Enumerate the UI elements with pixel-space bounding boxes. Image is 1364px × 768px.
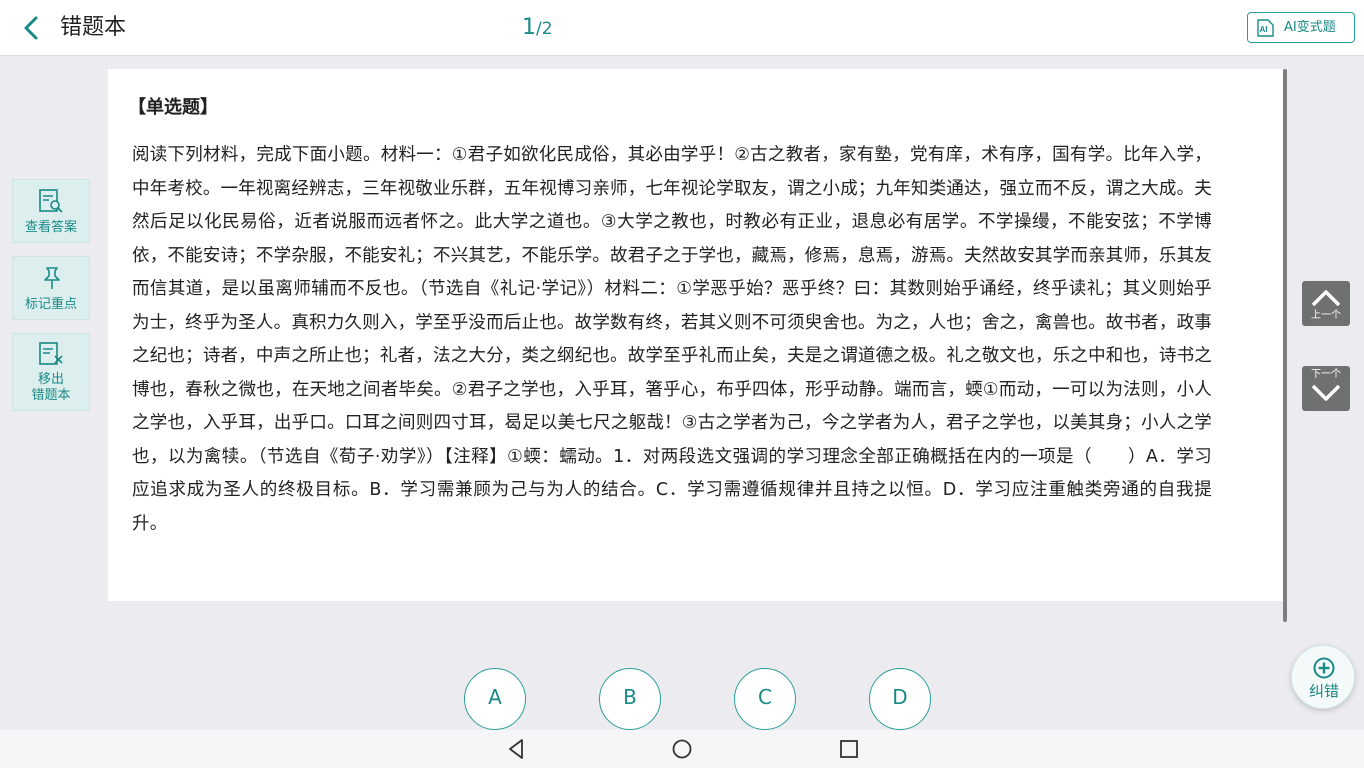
next-question-button[interactable]: 下一个 <box>1302 366 1350 411</box>
report-error-label: 纠错 <box>1308 682 1339 700</box>
mark-key-point-button[interactable]: 标记重点 <box>12 256 90 320</box>
remove-label-line2: 错题本 <box>31 388 71 403</box>
view-answer-button[interactable]: 查看答案 <box>12 179 90 243</box>
triangle-back-icon[interactable] <box>504 737 528 761</box>
scrollbar[interactable] <box>1283 69 1287 622</box>
square-recents-icon[interactable] <box>837 737 861 761</box>
chevron-down-icon <box>1311 384 1341 401</box>
page-total: /2 <box>536 19 553 39</box>
chevron-up-icon <box>1311 290 1341 307</box>
ai-icon: AI <box>1257 19 1274 37</box>
previous-label: 上一个 <box>1311 310 1341 321</box>
circle-home-icon[interactable] <box>670 737 694 761</box>
previous-question-button[interactable]: 上一个 <box>1302 281 1350 326</box>
page-indicator: 1/2 <box>522 13 553 44</box>
report-error-button[interactable]: 纠错 <box>1291 645 1355 709</box>
mark-key-point-label: 标记重点 <box>24 297 77 312</box>
option-a-button[interactable]: A <box>464 668 526 730</box>
document-search-icon <box>39 189 63 213</box>
option-c-button[interactable]: C <box>734 668 796 730</box>
question-body: 阅读下列材料，完成下面小题。材料一：①君子如欲化民成俗，其必由学乎！②古之教者，… <box>132 145 1212 534</box>
option-d-button[interactable]: D <box>869 668 931 730</box>
plus-circle-icon <box>1313 657 1335 679</box>
pin-icon <box>44 267 60 289</box>
remove-label-line1: 移出 <box>37 372 64 387</box>
remove-from-notebook-button[interactable]: 移出 错题本 <box>12 333 90 411</box>
top-bar: 错题本 1/2 AI AI变式题 <box>0 0 1364 56</box>
view-answer-label: 查看答案 <box>24 220 77 235</box>
page-current: 1 <box>522 15 536 40</box>
ai-variant-label: AI变式题 <box>1284 20 1336 35</box>
next-label: 下一个 <box>1311 369 1341 380</box>
system-navigation-bar <box>0 730 1364 768</box>
question-type-label: 【单选题】 <box>128 97 218 118</box>
document-remove-icon <box>39 342 63 365</box>
back-button[interactable] <box>14 12 48 44</box>
ai-icon-text: AI <box>1260 25 1268 34</box>
question-card: 【单选题】 阅读下列材料，完成下面小题。材料一：①君子如欲化民成俗，其必由学乎！… <box>108 69 1283 601</box>
option-b-button[interactable]: B <box>599 668 661 730</box>
page-title: 错题本 <box>60 15 127 40</box>
ai-variant-button[interactable]: AI AI变式题 <box>1247 12 1355 43</box>
chevron-left-icon <box>24 16 38 40</box>
